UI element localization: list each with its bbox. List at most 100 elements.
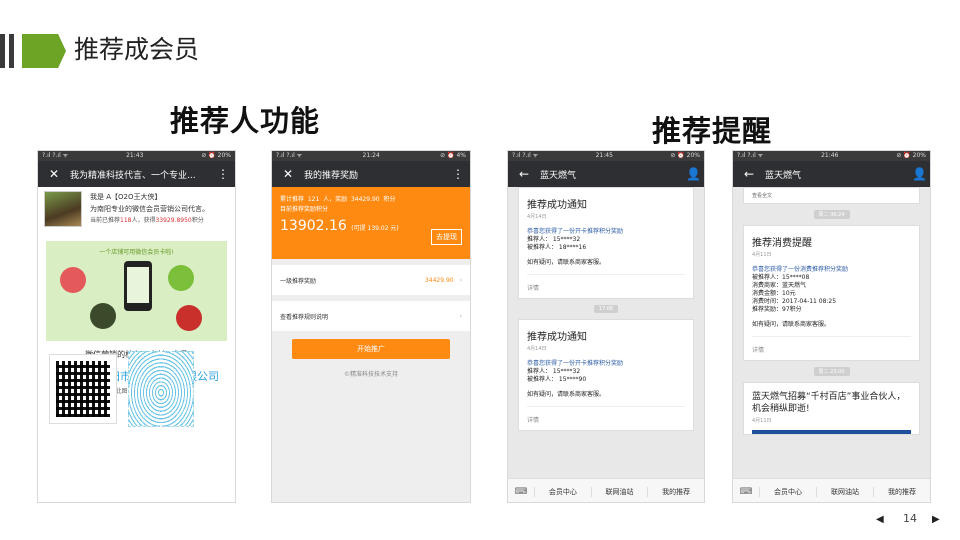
banner-caption: 一个店铺可用微信会员卡啦!: [99, 249, 174, 256]
notification-card[interactable]: 推荐成功通知 4月14日 恭喜您获得了一份开卡推荐积分奖励 推荐人： 15***…: [518, 187, 694, 299]
card-date: 4月14日: [527, 346, 547, 352]
card-detail-link[interactable]: 详情: [527, 406, 685, 430]
status-time: 21:46: [821, 152, 839, 159]
referral-stats: 当前已推荐118人，获得33929.8950积分: [90, 217, 204, 224]
row-label: 查看推荐规则说明: [280, 313, 329, 321]
status-bar: ?.ıl ?.ıl ᯤ 21:45 ⊘ ⏰ 20%: [508, 151, 704, 161]
phone-screenshot-notifications: ?.ıl ?.ıl ᯤ 21:45 ⊘ ⏰ 20% ← 蓝天燃气 👤 推荐成功通…: [507, 150, 705, 503]
chevron-right-icon: ›: [459, 312, 462, 320]
signal-icon: ?.ıl ?.ıl ᯤ: [276, 152, 303, 159]
card-detail-link[interactable]: 详情: [527, 274, 685, 298]
promo-banner: 一个店铺可用微信会员卡啦!: [46, 241, 227, 341]
menu-gas-stations[interactable]: 联网油站: [590, 486, 648, 497]
nav-title: 蓝天燃气: [765, 170, 802, 181]
notification-card[interactable]: 推荐消费提醒 4月11日 恭喜您获得了一份消费推荐积分奖励 被推荐人：15***…: [743, 225, 920, 361]
prev-page-icon[interactable]: ◀: [876, 514, 884, 525]
header-arrow: [22, 34, 66, 68]
slide: 推荐成会员 推荐人功能 推荐提醒 ?.ıl ?.ıl ᯤ 21:43 ⊘ ⏰ 2…: [0, 0, 960, 540]
close-icon[interactable]: ✕: [280, 167, 296, 181]
user-icon[interactable]: 👤: [912, 167, 927, 181]
fingerprint-icon[interactable]: [128, 351, 194, 427]
card-headline: 恭喜您获得了一份消费推荐积分奖励: [752, 266, 849, 273]
keyboard-icon[interactable]: ⌨: [508, 487, 534, 497]
card-line: 被推荐人：15****08: [752, 274, 810, 281]
read-full-link[interactable]: 查看全文: [752, 192, 911, 199]
card-note: 如有疑问，请联系商家客服。: [752, 321, 831, 328]
battery-icon: ⊘ ⏰ 20%: [896, 152, 926, 159]
reward-summary: 累计推荐 121 人，奖励 34429.90 积分 目前推荐奖励积分 13902…: [272, 187, 470, 259]
total-referrals: 累计推荐 121 人，奖励 34429.90 积分: [280, 196, 396, 203]
card-title: 推荐成功通知: [527, 332, 587, 343]
card-title: 推荐消费提醒: [752, 238, 812, 249]
megaphone-icon: [176, 305, 202, 331]
time-badge: 周二 23:00: [813, 367, 850, 376]
battery-icon: ⊘ ⏰ 4%: [440, 152, 466, 159]
back-arrow-icon[interactable]: ←: [741, 167, 757, 181]
menu-my-referrals[interactable]: 我的推荐: [647, 486, 704, 497]
signal-icon: ?.ıl ?.ıl ᯤ: [512, 152, 539, 159]
intro-line: 为南阳专业的微信会员营销公司代言。: [90, 205, 209, 213]
article-cover: [752, 430, 911, 434]
menu-my-referrals[interactable]: 我的推荐: [873, 486, 930, 497]
chevron-right-icon: ›: [459, 276, 462, 284]
status-time: 21:45: [595, 152, 613, 159]
time-badge: 17:06: [594, 305, 618, 313]
bottom-menu: ⌨ 会员中心 联网油站 我的推荐: [733, 478, 930, 502]
start-promotion-button[interactable]: 开始推广: [292, 339, 450, 359]
card-note: 如有疑问，请联系商家客服。: [527, 259, 606, 266]
card-line: 推荐奖励：97积分: [752, 306, 802, 313]
gift-icon: [168, 265, 194, 291]
card-line: 消费时间：2017-04-11 08:25: [752, 298, 837, 305]
nav-bar: ✕ 我为精准科技代言、一个专业... ⋮: [38, 161, 235, 187]
card-line: 推荐人： 15****32: [527, 368, 581, 375]
status-bar: ?.ıl ?.ıl ᯤ 21:24 ⊘ ⏰ 4%: [272, 151, 470, 161]
rules-row[interactable]: 查看推荐规则说明 ›: [272, 301, 470, 331]
qr-code[interactable]: [49, 354, 117, 424]
card-headline: 恭喜您获得了一份开卡推荐积分奖励: [527, 360, 624, 367]
card-line: 被推荐人： 15****90: [527, 376, 587, 383]
nav-title: 蓝天燃气: [540, 170, 577, 181]
phone-screenshot-referrer: ?.ıl ?.ıl ᯤ 21:43 ⊘ ⏰ 20% ✕ 我为精准科技代言、一个专…: [37, 150, 236, 503]
nav-bar: ✕ 我的推荐奖励 ⋮: [272, 161, 470, 187]
shop-icon: [60, 267, 86, 293]
next-page-icon[interactable]: ▶: [932, 514, 940, 525]
previous-card[interactable]: 查看全文: [743, 187, 920, 204]
back-arrow-icon[interactable]: ←: [516, 167, 532, 181]
page-number: 14: [903, 512, 917, 525]
withdraw-button[interactable]: 去提现: [431, 229, 462, 245]
section-title-right: 推荐提醒: [652, 114, 773, 148]
phone-screenshot-rewards: ?.ıl ?.ıl ᯤ 21:24 ⊘ ⏰ 4% ✕ 我的推荐奖励 ⋮ 累计推荐…: [271, 150, 471, 503]
current-label: 目前推荐奖励积分: [280, 206, 329, 213]
article-card[interactable]: 蓝天燃气招募“千村百店”事业合伙人，机会稍纵即逝! 4月11日: [743, 382, 920, 435]
row-label: 一级推荐奖励: [280, 277, 317, 285]
section-title-left: 推荐人功能: [170, 104, 321, 138]
nav-title: 我为精准科技代言、一个专业...: [70, 170, 196, 181]
row-value: 34429.90: [424, 276, 454, 284]
more-icon[interactable]: ⋮: [452, 167, 464, 181]
menu-member-center[interactable]: 会员中心: [534, 486, 591, 497]
signal-icon: ?.ıl ?.ıl ᯤ: [737, 152, 764, 159]
signal-icon: ?.ıl ?.ıl ᯤ: [42, 152, 69, 159]
more-icon[interactable]: ⋮: [217, 167, 229, 181]
notification-card[interactable]: 推荐成功通知 4月14日 恭喜您获得了一份开卡推荐积分奖励 推荐人： 15***…: [518, 319, 694, 431]
intro-line: 我是 A【O2O王大侠】: [90, 193, 162, 201]
header-stripe: [0, 34, 5, 68]
coupon-icon: [90, 303, 116, 329]
avatar: [44, 191, 82, 227]
page-body: 累计推荐 121 人，奖励 34429.90 积分 目前推荐奖励积分 13902…: [272, 187, 470, 502]
card-line: 推荐人： 15****32: [527, 236, 581, 243]
user-icon[interactable]: 👤: [686, 167, 701, 181]
battery-icon: ⊘ ⏰ 20%: [201, 152, 231, 159]
article-title: 蓝天燃气招募“千村百店”事业合伙人，机会稍纵即逝!: [752, 392, 906, 414]
level1-reward-row[interactable]: 一级推荐奖励 34429.90 ›: [272, 265, 470, 295]
keyboard-icon[interactable]: ⌨: [733, 487, 759, 497]
card-date: 4月11日: [752, 252, 772, 258]
close-icon[interactable]: ✕: [46, 167, 62, 181]
slide-title: 推荐成会员: [74, 35, 200, 64]
card-detail-link[interactable]: 详情: [752, 336, 911, 360]
nav-title: 我的推荐奖励: [304, 170, 359, 181]
status-bar: ?.ıl ?.ıl ᯤ 21:46 ⊘ ⏰ 20%: [733, 151, 930, 161]
menu-gas-stations[interactable]: 联网油站: [816, 486, 873, 497]
status-time: 21:43: [126, 152, 144, 159]
menu-member-center[interactable]: 会员中心: [759, 486, 816, 497]
